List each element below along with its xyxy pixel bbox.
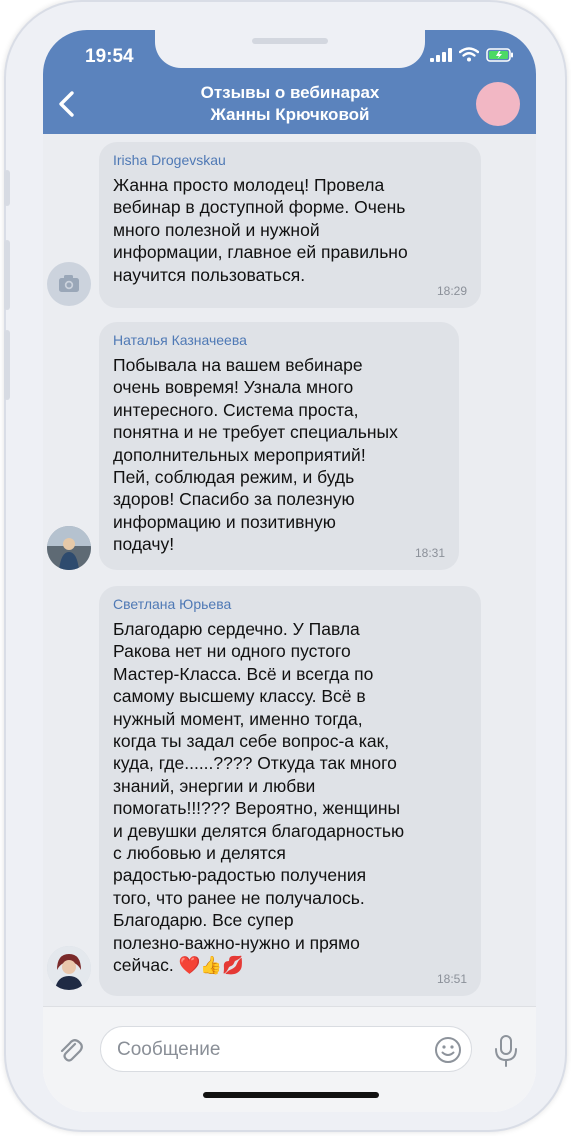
message-time: 18:51 <box>436 972 467 986</box>
message-line: полезно-важно-нужно и прямо <box>113 932 360 953</box>
camera-icon <box>59 275 79 292</box>
message-line: Пей, соблюдая режим, и будь <box>113 467 355 488</box>
message-time: 18:29 <box>436 284 467 298</box>
message-line: сейчас. ❤️👍💋 <box>113 955 244 976</box>
chat-header: 19:54 Отзывы о вебинарах Жанны Крючковой <box>43 30 536 134</box>
message-line: помогать!!!??? Вероятно, женщины <box>113 798 401 819</box>
chat-title[interactable]: Отзывы о вебинарах Жанны Крючковой <box>163 82 417 126</box>
message-line: дополнительных мероприятий! <box>113 444 366 465</box>
message-sender[interactable]: Наталья Казначеева <box>113 332 247 348</box>
message-line: здоров! Спасибо за полезную <box>113 489 355 510</box>
chat-avatar[interactable] <box>476 82 520 126</box>
message-line: научится пользоваться. <box>113 264 306 285</box>
message-time: 18:31 <box>414 546 445 560</box>
message-line: информацию и позитивную <box>113 511 336 532</box>
message-line: Ракова нет ни одного пустого <box>113 641 351 662</box>
message-text: Благодарю сердечно. У Павла Ракова нет н… <box>113 618 404 977</box>
phone-side-button <box>4 170 10 206</box>
message-line: очень вовремя! Узнала много <box>113 377 354 398</box>
message-input-placeholder: Сообщение <box>117 1039 221 1060</box>
paperclip-icon[interactable] <box>55 1035 85 1065</box>
avatar[interactable] <box>47 526 91 570</box>
avatar-photo <box>47 526 91 570</box>
message-line: того, что ранее не получалось. <box>113 887 365 908</box>
status-icons <box>430 47 514 62</box>
message-line: Благодарю сердечно. У Павла <box>113 619 360 639</box>
message-text: Побывала на вашем вебинаре очень вовремя… <box>113 354 398 556</box>
message-bubble[interactable]: Irisha Drogevskau Жанна просто молодец! … <box>99 142 481 308</box>
avatar[interactable] <box>47 946 91 990</box>
message-line: много полезной и нужной <box>113 219 320 240</box>
battery-icon <box>486 47 513 62</box>
message-line: и девушки делятся благодарностью <box>113 820 405 841</box>
message-line: куда, где......???? Откуда так много <box>113 753 397 774</box>
message-sender[interactable]: Светлана Юрьева <box>113 596 231 612</box>
speaker <box>252 38 328 44</box>
phone-side-button <box>4 330 10 400</box>
chat-title-line1: Отзывы о вебинарах <box>200 83 380 102</box>
message-text: Жанна просто молодец! Провела вебинар в … <box>113 174 408 286</box>
message-line: вебинар в доступной форме. Очень <box>113 197 406 218</box>
message-line: Жанна просто молодец! Провела <box>113 175 385 195</box>
home-indicator <box>203 1092 379 1098</box>
smiley-icon[interactable] <box>433 1035 463 1065</box>
message-line: интересного. Система проста, <box>113 399 359 420</box>
message-line: Благодарю. Все супер <box>113 910 294 931</box>
message-line: Мастер-Класса. Всё и всегда по <box>113 663 374 684</box>
phone-frame: 19:54 Отзывы о вебинарах Жанны Крючковой… <box>4 0 567 1132</box>
wifi-icon <box>459 47 479 62</box>
phone-side-button <box>4 240 10 310</box>
message-line: знаний, энергии и любви <box>113 775 316 796</box>
message-list: Irisha Drogevskau Жанна просто молодец! … <box>43 134 536 1006</box>
message-line: понятна и не требует специальных <box>113 422 398 443</box>
chat-title-line2: Жанны Крючковой <box>210 105 370 124</box>
message-input[interactable]: Сообщение <box>100 1026 472 1072</box>
message-line: с любовью и делятся <box>113 843 286 864</box>
message-bubble[interactable]: Наталья Казначеева Побывала на вашем веб… <box>99 322 459 570</box>
signal-icon <box>430 47 452 62</box>
back-icon[interactable] <box>53 89 83 119</box>
message-bubble[interactable]: Светлана Юрьева Благодарю сердечно. У Па… <box>99 586 481 996</box>
message-line: радостью-радостью получения <box>113 865 367 886</box>
message-sender[interactable]: Irisha Drogevskau <box>113 152 226 168</box>
microphone-icon[interactable] <box>491 1034 521 1068</box>
message-line: информации, главное ей правильно <box>113 242 408 263</box>
message-line: подачу! <box>113 534 175 555</box>
screen: 19:54 Отзывы о вебинарах Жанны Крючковой… <box>43 30 536 1112</box>
avatar-photo <box>47 946 91 990</box>
status-time: 19:54 <box>85 46 134 67</box>
message-line: когда ты задал себе вопрос-а как, <box>113 731 390 752</box>
avatar[interactable] <box>47 262 91 306</box>
notch <box>155 30 425 68</box>
message-line: Побывала на вашем вебинаре <box>113 355 363 375</box>
composer-bar: Сообщение <box>43 1006 536 1112</box>
message-line: самому высшему классу. Всё в <box>113 686 366 707</box>
message-line: нужный момент, именно тогда, <box>113 708 363 729</box>
